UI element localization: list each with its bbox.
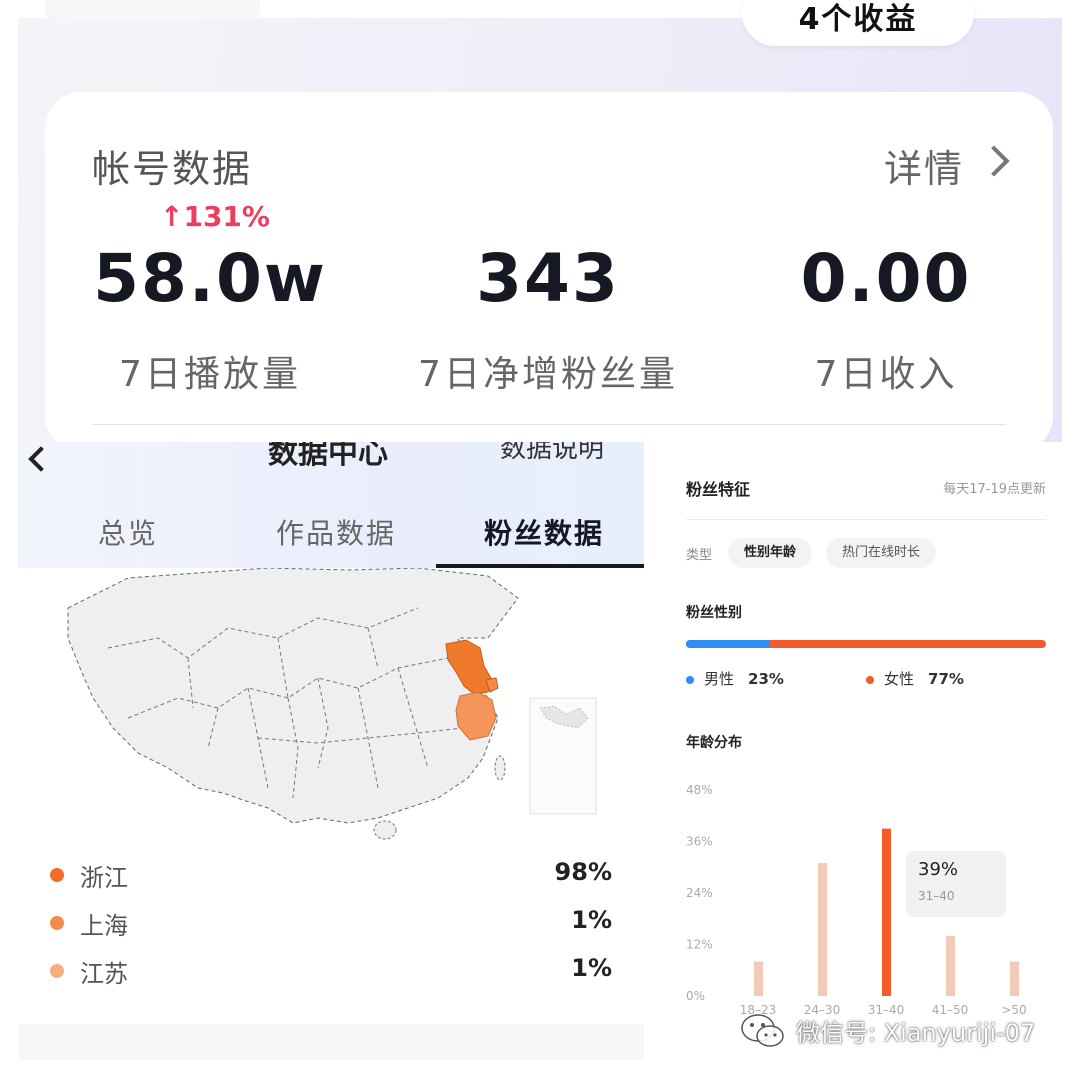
legend-dot — [50, 916, 64, 930]
metric-plays[interactable]: 58.0w 7日播放量 — [45, 240, 375, 397]
update-note: 每天17-19点更新 — [943, 482, 1046, 497]
section-divider — [686, 519, 1046, 520]
region-row-zhejiang[interactable]: 浙江 98% — [50, 858, 612, 898]
header-right-cut[interactable]: 数据说明 — [500, 442, 604, 465]
region-name: 上海 — [80, 912, 128, 940]
type-label: 类型 — [686, 548, 713, 563]
tooltip-value: 39% — [918, 859, 959, 880]
age-bar[interactable] — [946, 935, 955, 996]
region-row-shanghai[interactable]: 上海 1% — [50, 906, 612, 946]
earnings-pill-label: 4个收益 — [798, 2, 918, 37]
legend-female: 女性 77% — [866, 668, 964, 689]
tab-overview[interactable]: 总览 — [98, 512, 158, 552]
earnings-pill-button[interactable]: 4个收益 — [742, 0, 974, 46]
region-name: 浙江 — [80, 864, 128, 892]
y-tick-label: 0% — [686, 989, 705, 1003]
tooltip-category: 31–40 — [918, 889, 955, 903]
taiwan-island — [494, 755, 506, 781]
age-bar[interactable] — [818, 862, 827, 996]
male-label: 男性 — [704, 670, 735, 688]
chart-tooltip: 39% 31–40 — [906, 851, 1006, 917]
data-center-header: 数据中心 数据说明 总览 作品数据 粉丝数据 — [18, 442, 644, 568]
growth-badge: ↑131% — [160, 200, 270, 233]
region-percent: 98% — [554, 858, 612, 886]
card-divider — [92, 424, 1006, 425]
region-row-jiangsu[interactable]: 江苏 1% — [50, 954, 612, 994]
metric-value: 58.0w — [93, 240, 327, 317]
male-percent: 23% — [748, 670, 784, 688]
tab-works-data[interactable]: 作品数据 — [276, 512, 396, 552]
watermark-text: 微信号: Xianyuriji-07 — [796, 1019, 1036, 1047]
top-left-fragment — [45, 0, 260, 22]
chip-online-time[interactable]: 热门在线时长 — [826, 538, 937, 568]
age-bar[interactable] — [754, 961, 763, 996]
chip-gender-age[interactable]: 性别年龄 — [728, 538, 813, 568]
female-dot-icon — [866, 675, 874, 684]
age-bar[interactable] — [882, 828, 891, 996]
header-title-cut: 数据中心 — [268, 442, 388, 471]
panel-footer — [18, 1024, 644, 1060]
age-bar[interactable] — [1010, 961, 1019, 996]
female-label: 女性 — [884, 670, 915, 688]
age-section-title: 年龄分布 — [686, 735, 742, 751]
metric-value: 343 — [476, 240, 620, 317]
female-percent: 77% — [928, 670, 964, 688]
gender-section-title: 粉丝性别 — [686, 605, 742, 621]
data-center-panel: 数据中心 数据说明 总览 作品数据 粉丝数据 浙江 98% 上海 1% 江苏 1… — [18, 442, 644, 1060]
y-tick-label: 36% — [686, 835, 713, 849]
fan-features-panel: 粉丝特征 每天17-19点更新 类型 性别年龄 热门在线时长 粉丝性别 男性 23… — [662, 452, 1062, 1060]
region-name: 江苏 — [80, 960, 128, 988]
gender-ratio-bar — [686, 640, 1046, 648]
metric-income[interactable]: 0.00 7日收入 — [721, 240, 1051, 397]
male-dot-icon — [686, 675, 694, 684]
region-percent: 1% — [571, 954, 612, 982]
legend-dot — [50, 964, 64, 978]
hainan-island — [373, 820, 397, 840]
gender-bar-male — [686, 640, 769, 648]
account-data-title: 帐号数据 — [92, 147, 253, 191]
tab-fans-data[interactable]: 粉丝数据 — [484, 512, 604, 552]
china-region-map[interactable] — [18, 568, 644, 848]
metric-net-followers[interactable]: 343 7日净增粉丝量 — [383, 240, 713, 397]
metric-value: 0.00 — [800, 240, 972, 317]
y-tick-label: 48% — [686, 783, 713, 797]
metric-label: 7日净增粉丝量 — [418, 354, 678, 395]
metric-label: 7日播放量 — [119, 354, 301, 395]
screenshot-collage: 4个收益 帐号数据 详情 ↑131% 58.0w 7日播放量 343 7日净增粉… — [0, 0, 1080, 1080]
legend-dot — [50, 868, 64, 882]
fan-features-title: 粉丝特征 — [686, 480, 751, 499]
back-arrow-icon[interactable] — [28, 446, 54, 472]
details-link[interactable]: 详情 — [884, 138, 964, 193]
y-tick-label: 12% — [686, 938, 713, 952]
wechat-logo-icon — [741, 1014, 784, 1047]
metric-label: 7日收入 — [814, 354, 958, 395]
legend-male: 男性 23% — [686, 668, 784, 689]
region-percent: 1% — [571, 906, 612, 934]
y-tick-label: 24% — [686, 886, 713, 900]
map-landmass — [67, 568, 519, 824]
